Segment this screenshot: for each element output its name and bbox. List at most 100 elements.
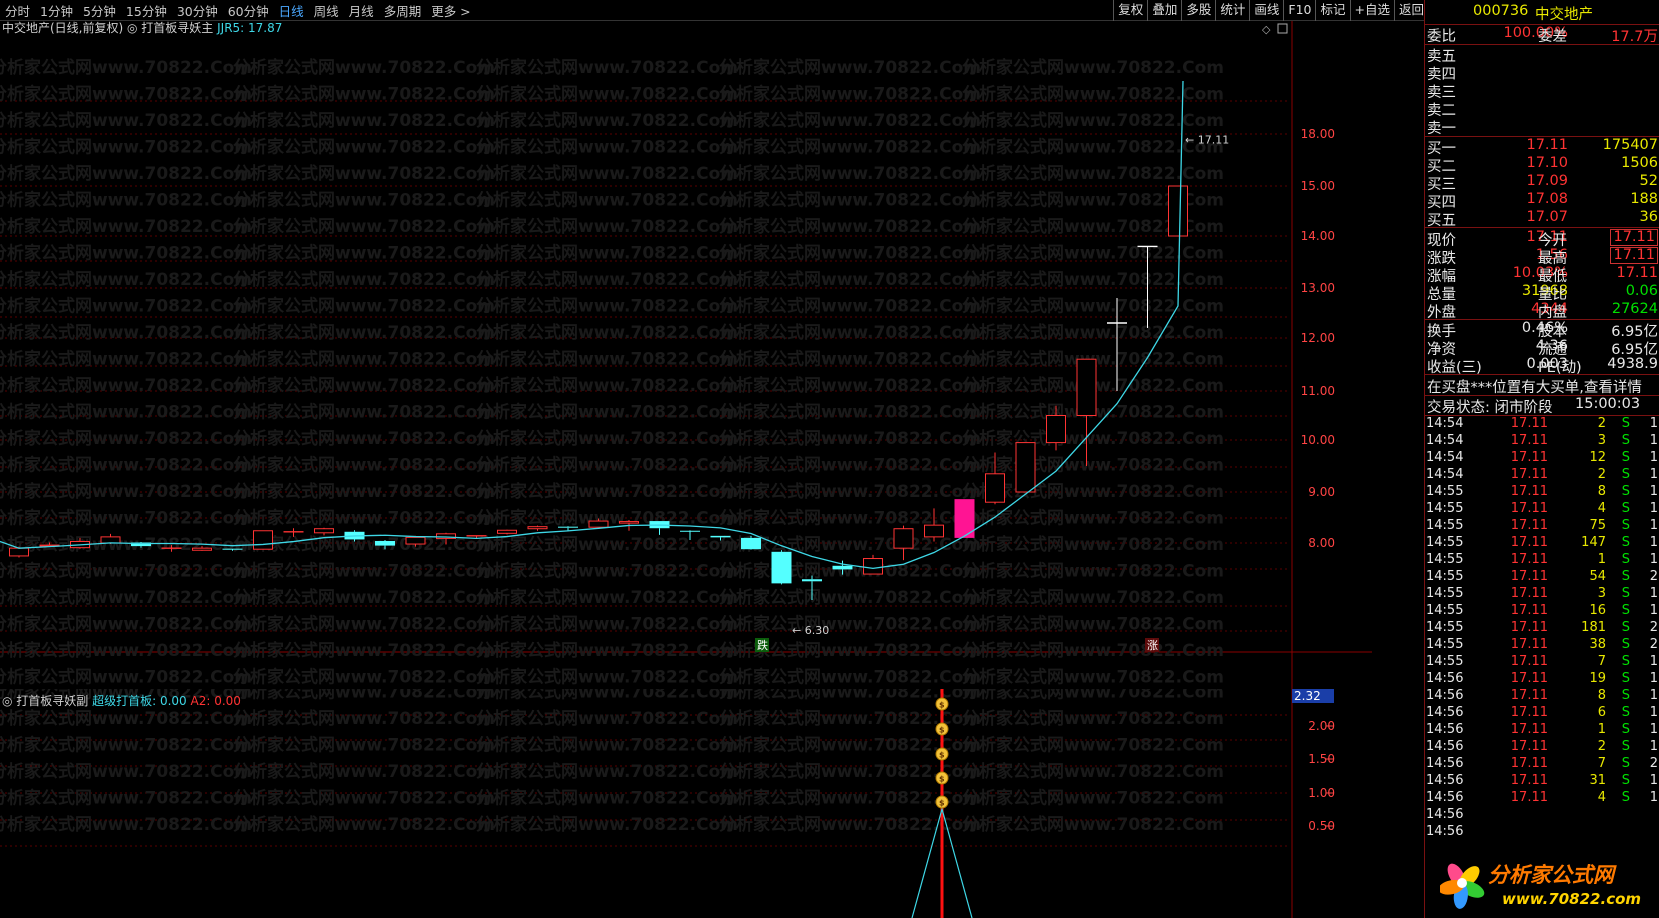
watermark-text: 分析家公式网www.70822.Com	[962, 322, 1224, 343]
indicator-subchart[interactable]: 分析家公式网www.70822.Com 分析家公式网www.70822.Com 分析…	[0, 689, 1372, 918]
candle-body[interactable]	[680, 530, 700, 532]
candle-body[interactable]	[497, 529, 517, 534]
candle-body[interactable]	[405, 536, 426, 545]
period-tab[interactable]: 日线	[274, 1, 309, 20]
candle-body[interactable]	[1168, 185, 1188, 237]
candle-body[interactable]	[924, 524, 944, 538]
watermark-text: 分析家公式网www.70822.Com	[476, 137, 738, 158]
candle-body[interactable]	[527, 526, 548, 530]
tick-count: 1	[1649, 739, 1658, 754]
tick-count: 1	[1649, 433, 1658, 448]
tick-time: 14:55	[1426, 586, 1464, 601]
period-tab[interactable]: 更多 >	[426, 1, 475, 20]
period-tab[interactable]: 15分钟	[121, 1, 172, 20]
period-tab[interactable]: 1分钟	[35, 1, 78, 20]
watermark-text: 分析家公式网www.70822.Com	[962, 814, 1224, 835]
window-icon[interactable]	[1277, 23, 1288, 34]
stock-name: 中交地产	[1535, 7, 1593, 23]
candlestick-chart[interactable]: 18.00 15.00 14.00 13.00 12.00 11.00 10.00 9.00 8…	[0, 21, 1372, 689]
y-axis-label: 15.00	[1301, 179, 1335, 193]
candle-body[interactable]	[558, 526, 578, 528]
diamond-icon[interactable]: ◇	[1262, 23, 1271, 36]
period-tab[interactable]: 5分钟	[78, 1, 121, 20]
tick-count: 1	[1649, 484, 1658, 499]
candle-body[interactable]	[253, 530, 273, 550]
candle-body[interactable]	[375, 540, 395, 546]
candle-body[interactable]	[100, 536, 121, 544]
chart-title: 中交地产(日线,前复权)	[2, 21, 127, 35]
candle-body[interactable]	[1015, 442, 1036, 493]
watermark-text: 分析家公式网www.70822.Com	[476, 667, 738, 688]
toolbar-button[interactable]: 画线	[1249, 0, 1283, 21]
notice-row: 在买盘***位置有大买单,查看详情	[1425, 376, 1659, 397]
logo-center	[1457, 878, 1467, 888]
watermark-text: 分析家公式网www.70822.Com	[233, 269, 495, 290]
stat-row: 涨跌 1.56 最高 17.11	[1425, 247, 1659, 267]
big-order-notice[interactable]: 在买盘***位置有大买单,查看详情	[1427, 376, 1642, 397]
tick-time: 14:56	[1426, 807, 1464, 822]
period-tab[interactable]: 60分钟	[223, 1, 274, 20]
toolbar-button[interactable]: F10	[1283, 0, 1315, 21]
candle-body[interactable]	[832, 565, 853, 570]
tick-price: 17.11	[1510, 756, 1548, 771]
toolbar-button[interactable]: 标记	[1315, 0, 1349, 21]
toolbar-button[interactable]: 多股	[1181, 0, 1215, 21]
candle-body[interactable]	[314, 528, 334, 534]
period-tab[interactable]: 30分钟	[172, 1, 223, 20]
tick-side: S	[1621, 569, 1630, 584]
watermark-text: 分析家公式网www.70822.Com	[233, 814, 495, 835]
toolbar-button[interactable]: +自选	[1349, 0, 1394, 21]
money-bag-symbol: $	[939, 799, 945, 808]
tick-price: 17.11	[1510, 603, 1548, 618]
tick-side: S	[1621, 739, 1630, 754]
watermark-text: 分析家公式网www.70822.Com	[0, 163, 252, 184]
candle-body[interactable]	[863, 558, 883, 575]
candle-body[interactable]	[619, 521, 639, 524]
watermark-text: 分析家公式网www.70822.Com	[962, 587, 1224, 608]
period-tab[interactable]: 月线	[344, 1, 379, 20]
tick-count: 1	[1649, 671, 1658, 686]
watermark-text: 分析家公式网www.70822.Com	[0, 375, 252, 396]
divider	[1425, 374, 1659, 375]
candle-body[interactable]	[985, 473, 1005, 503]
candle-body[interactable]	[802, 579, 822, 582]
period-tab[interactable]: 分时	[0, 1, 35, 20]
tick-time: 14:54	[1426, 467, 1464, 482]
candle-body[interactable]	[222, 548, 243, 550]
candle-body[interactable]	[893, 528, 914, 549]
watermark-text: 分析家公式网www.70822.Com	[962, 57, 1224, 78]
candle-body[interactable]	[1076, 358, 1097, 417]
watermark-text: 分析家公式网www.70822.Com	[0, 428, 252, 449]
tick-time: 14:56	[1426, 756, 1464, 771]
candle-body[interactable]	[192, 547, 212, 551]
toolbar-button[interactable]: 叠加	[1147, 0, 1181, 21]
candle-body[interactable]	[771, 551, 792, 584]
watermark-text: 分析家公式网www.70822.Com	[719, 455, 981, 476]
tick-volume: 7	[1597, 654, 1606, 669]
tick-price: 17.11	[1510, 416, 1548, 431]
tick-volume: 8	[1597, 688, 1606, 703]
watermark-text: 分析家公式网www.70822.Com	[0, 761, 252, 782]
watermark-text: 分析家公式网www.70822.Com	[233, 216, 495, 237]
candle-body[interactable]	[741, 537, 761, 550]
watermark-text: 分析家公式网www.70822.Com	[962, 110, 1224, 131]
watermark-text: 分析家公式网www.70822.Com	[476, 640, 738, 661]
tick-volume: 1	[1597, 722, 1606, 737]
watermark-text: 分析家公式网www.70822.Com	[233, 689, 495, 703]
stat2-row: 换手 0.46% 股本 6.95亿	[1425, 320, 1659, 340]
tick-volume: 1	[1597, 552, 1606, 567]
tick-time: 14:56	[1426, 739, 1464, 754]
toolbar-button[interactable]: 复权	[1113, 0, 1147, 21]
toolbar-button[interactable]: 统计	[1215, 0, 1249, 21]
toolbar-button[interactable]: 返回	[1393, 0, 1428, 21]
stat2-row: 净资 4.36 流通 6.95亿	[1425, 338, 1659, 358]
candle-body[interactable]	[710, 535, 731, 538]
candle-body[interactable]	[9, 547, 29, 557]
period-tab[interactable]: 周线	[309, 1, 344, 20]
candle-body[interactable]	[588, 520, 609, 528]
tick-time: 14:54	[1426, 416, 1464, 431]
period-tab[interactable]: 多周期	[379, 1, 427, 20]
candle-body[interactable]	[1046, 415, 1066, 444]
indicator-name: ◎ 打首板寻妖主	[127, 21, 217, 35]
tick-volume: 12	[1589, 450, 1606, 465]
